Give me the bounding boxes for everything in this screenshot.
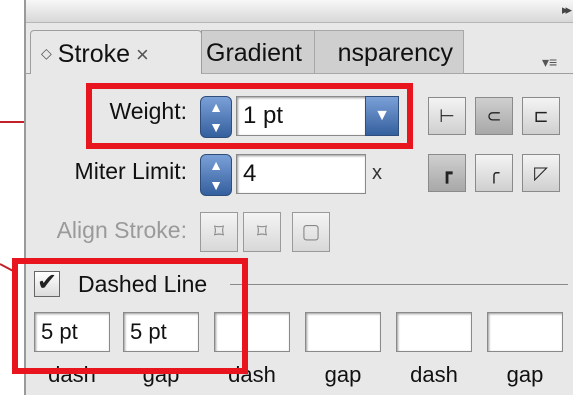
align-outside-icon: ▢ [301,221,321,243]
align-stroke-label: Align Stroke: [56,217,187,243]
miter-limit-suffix: x [372,162,382,184]
dashed-line-label: Dashed Line [78,271,208,297]
align-inside-icon: ⌑ [256,221,268,243]
join-miter-button[interactable]: ┏ [428,154,466,192]
gap-3-input[interactable] [487,312,563,352]
tab-gradient[interactable]: Gradient [201,30,315,74]
gap-3-label: gap [506,362,544,387]
tab-transparency-label: nsparency [337,39,453,67]
cap-butt-button[interactable]: ⊢ [428,97,466,135]
dashed-line-divider [230,284,568,285]
join-miter-icon: ┏ [441,163,453,183]
miter-limit-spinner[interactable]: ▲ ▼ [200,154,232,196]
dash-1-label: dash [48,362,96,387]
miter-limit-label: Miter Limit: [74,158,187,184]
weight-spinner[interactable]: ▲ ▼ [200,96,232,138]
panel-title-bar[interactable]: ▸▸ [26,0,573,23]
tab-gradient-label: Gradient [206,39,302,67]
tab-stroke-label: Stroke [57,40,131,68]
join-bevel-button[interactable]: ◸ [522,154,560,192]
weight-label: Weight: [109,98,187,124]
weight-input[interactable]: 1 pt [236,96,366,136]
tab-transparency[interactable]: nsparency [314,30,464,74]
tab-stroke[interactable]: ◇ Stroke × [30,30,202,74]
collapse-arrows-icon[interactable]: ▸▸ [562,2,572,18]
dropdown-arrow-icon: ▼ [374,107,390,124]
cap-round-icon: ⊂ [486,106,502,126]
cap-square-button[interactable]: ⊏ [522,97,560,135]
panel-menu-icon[interactable]: ▾≡ [542,54,557,71]
dash-2-input[interactable] [214,312,290,352]
dash-3-input[interactable] [396,312,472,352]
cap-round-button[interactable]: ⊂ [475,97,513,135]
tab-diamond-icon: ◇ [41,45,52,61]
gap-2-label: gap [324,362,362,387]
checkmark-icon: ✔ [36,269,58,296]
align-center-button[interactable]: ⌑ [200,212,238,252]
dashed-line-checkbox[interactable]: ✔ [34,271,60,297]
weight-dropdown-button[interactable]: ▼ [365,96,399,136]
gap-1-input[interactable]: 5 pt [123,312,199,352]
join-round-button[interactable]: ╭ [475,154,513,192]
document-background [0,0,26,395]
gap-2-input[interactable] [305,312,381,352]
align-inside-button[interactable]: ⌑ [243,212,281,252]
join-round-icon: ╭ [488,163,500,183]
align-outside-button[interactable]: ▢ [292,212,330,252]
dash-1-input[interactable]: 5 pt [34,312,110,352]
spinner-down-icon[interactable]: ▼ [201,117,231,137]
dash-2-label: dash [228,362,276,387]
join-bevel-icon: ◸ [534,163,548,183]
cap-square-icon: ⊏ [533,106,549,126]
spinner-up-icon[interactable]: ▲ [201,155,231,175]
spinner-down-icon[interactable]: ▼ [201,175,231,195]
dash-3-label: dash [410,362,458,387]
spinner-up-icon[interactable]: ▲ [201,97,231,117]
gap-1-label: gap [142,362,180,387]
align-center-icon: ⌑ [213,221,225,243]
tab-close-icon[interactable]: × [136,42,149,67]
cap-butt-icon: ⊢ [439,106,455,126]
miter-limit-input[interactable]: 4 [236,154,366,194]
